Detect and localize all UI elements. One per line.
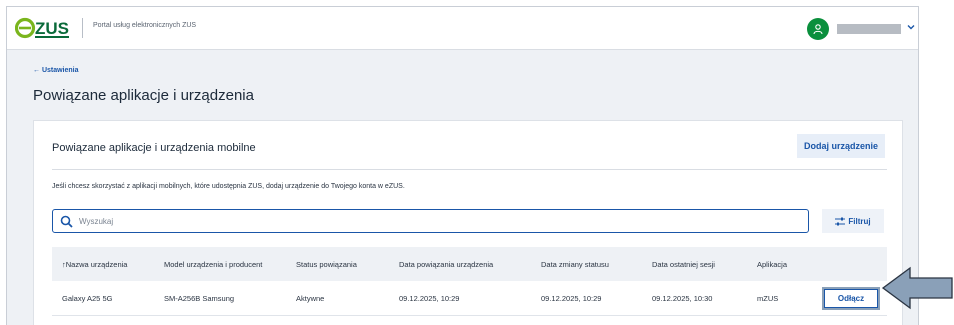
cell-status-change-date: 09.12.2025, 10:29 (541, 294, 602, 303)
cell-model: SM-A256B Samsung (164, 294, 235, 303)
app-window: ZUS Portal usług elektronicznych ZUS ← U… (6, 6, 919, 325)
column-header-last-session[interactable]: Data ostatniej sesji (652, 260, 715, 269)
page-title: Powiązane aplikacje i urządzenia (33, 87, 254, 104)
filter-sliders-icon (835, 217, 846, 225)
card-divider (52, 169, 887, 170)
logo-divider (82, 18, 83, 38)
top-bar: ZUS Portal usług elektronicznych ZUS (7, 7, 918, 50)
portal-name: Portal usług elektronicznych ZUS (93, 22, 197, 29)
logo-text: ZUS (35, 19, 69, 38)
search-icon (60, 215, 73, 228)
add-device-button[interactable]: Dodaj urządzenie (797, 134, 885, 158)
chevron-down-icon[interactable] (906, 22, 916, 32)
search-box[interactable] (52, 209, 809, 233)
column-header-app[interactable]: Aplikacja (757, 260, 787, 269)
filter-button[interactable]: Filtruj (822, 209, 884, 233)
disconnect-button[interactable]: Odłącz (822, 287, 880, 310)
card-title: Powiązane aplikacje i urządzenia mobilne (52, 142, 256, 154)
column-header-status[interactable]: Status powiązania (296, 260, 357, 269)
table-header: ↑Nazwa urządzenia Model urządzenia i pro… (52, 247, 887, 281)
column-header-linked-date[interactable]: Data powiązania urządzenia (399, 260, 493, 269)
back-link-settings[interactable]: ← Ustawienia (33, 67, 79, 74)
table-row: Galaxy A25 5G SM-A256B Samsung Aktywne 0… (52, 281, 887, 316)
cell-device-name: Galaxy A25 5G (62, 294, 113, 303)
user-name-redacted[interactable] (837, 24, 901, 34)
filter-label: Filtruj (848, 216, 871, 226)
cell-status: Aktywne (296, 294, 325, 303)
column-header-model[interactable]: Model urządzenia i producent (164, 260, 262, 269)
ezus-logo[interactable]: ZUS (15, 16, 73, 40)
column-header-device-name[interactable]: ↑Nazwa urządzenia (62, 260, 127, 269)
info-text: Jeśli chcesz skorzystać z aplikacji mobi… (52, 183, 405, 190)
user-avatar[interactable] (807, 18, 829, 40)
cell-last-session: 09.12.2025, 10:30 (652, 294, 713, 303)
cell-app: mZUS (757, 294, 779, 303)
callout-arrow-icon (881, 266, 953, 310)
search-input[interactable] (79, 213, 779, 229)
column-header-status-change-date[interactable]: Data zmiany statusu (541, 260, 609, 269)
user-icon (813, 24, 823, 35)
cell-linked-date: 09.12.2025, 10:29 (399, 294, 460, 303)
linked-devices-card: Powiązane aplikacje i urządzenia mobilne… (33, 120, 903, 325)
